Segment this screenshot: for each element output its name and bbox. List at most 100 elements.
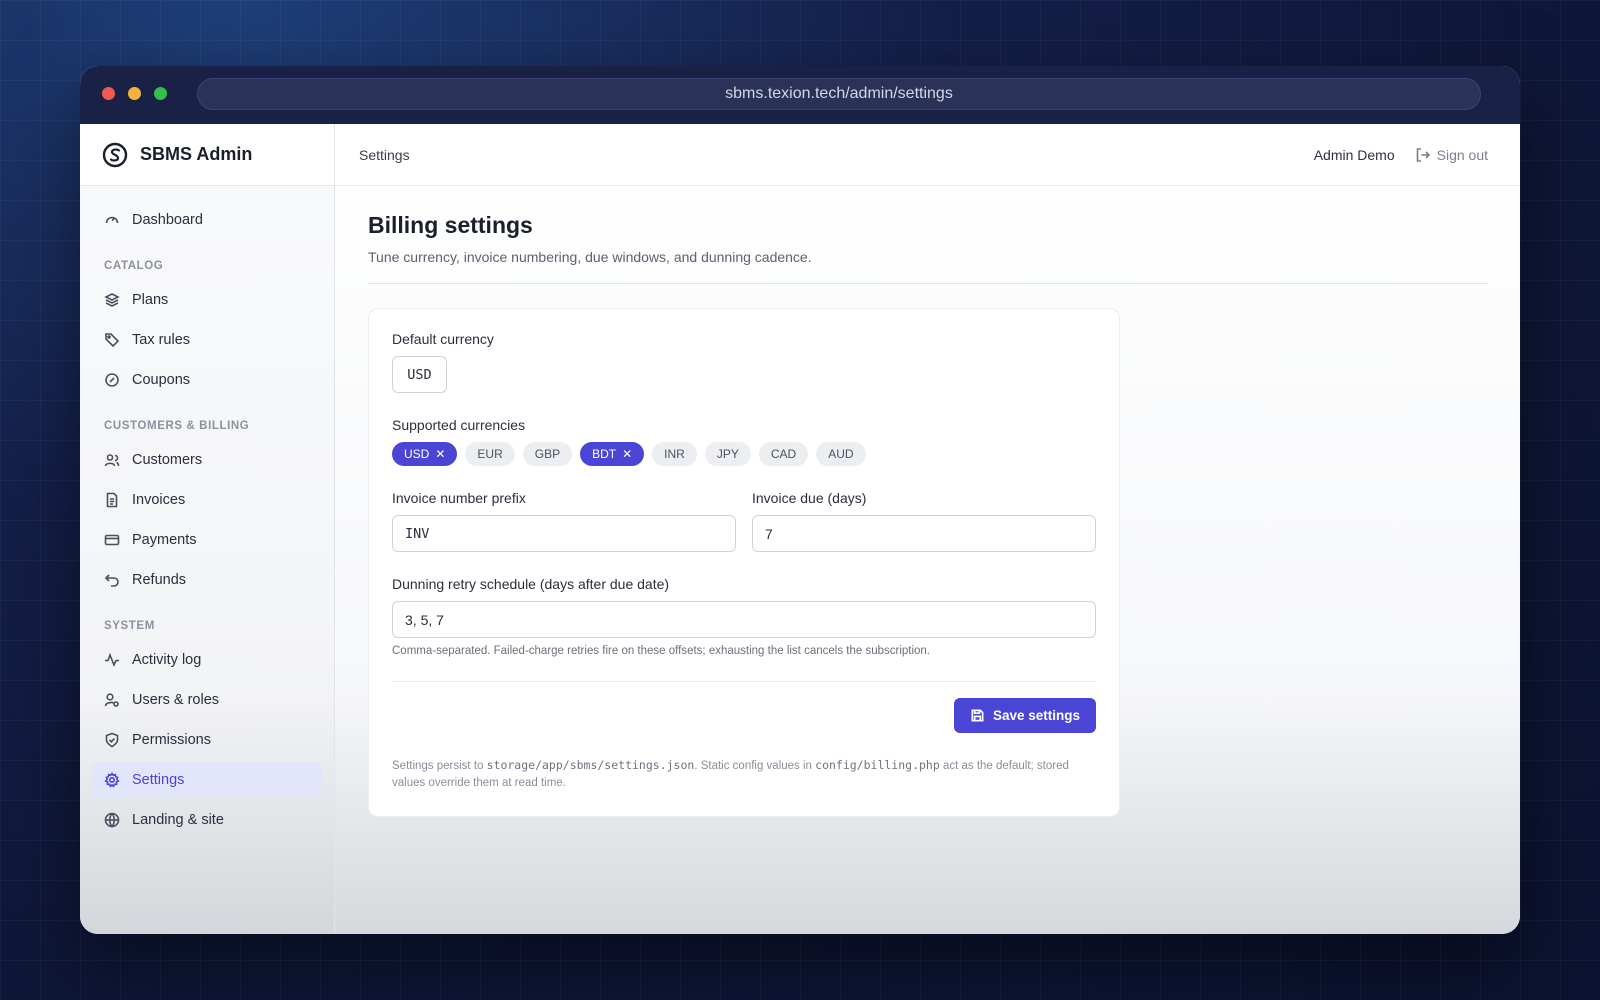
sidebar-item-customers[interactable]: Customers — [92, 442, 322, 478]
activity-icon — [105, 652, 119, 668]
sidebar-item-label: Activity log — [132, 652, 202, 668]
currency-chip-inr[interactable]: INR — [652, 442, 697, 466]
currency-chip-cad[interactable]: CAD — [758, 442, 809, 466]
currency-chip-gbp[interactable]: GBP — [522, 442, 573, 466]
dunning-input[interactable]: 3, 5, 7 — [392, 601, 1096, 638]
address-bar[interactable]: sbms.texion.tech/admin/settings — [197, 78, 1481, 110]
sidebar-item-dashboard[interactable]: Dashboard — [92, 202, 322, 238]
window-controls — [102, 87, 167, 100]
maximize-window-button[interactable] — [154, 87, 167, 100]
sidebar-item-users-roles[interactable]: Users & roles — [92, 682, 322, 718]
coupon-icon — [105, 373, 119, 387]
dunning-field: Dunning retry schedule (days after due d… — [392, 576, 1096, 657]
user-key-icon — [104, 693, 119, 707]
currency-chip-label: CAD — [770, 447, 797, 461]
currency-chip-eur[interactable]: EUR — [465, 442, 515, 466]
sidebar-item-permissions[interactable]: Permissions — [92, 722, 322, 758]
browser-window: sbms.texion.tech/admin/settings SBMS Adm… — [80, 66, 1520, 934]
sidebar-item-label: Users & roles — [132, 692, 220, 708]
main-area: Settings Admin Demo Sign out Billing set… — [335, 124, 1520, 934]
gear-icon — [104, 772, 120, 788]
sidebar-item-label: Coupons — [132, 372, 191, 388]
breadcrumb: Settings — [359, 146, 410, 163]
invoice-prefix-label: Invoice number prefix — [392, 490, 526, 506]
invoice-prefix-input[interactable]: INV — [392, 515, 736, 552]
brand-name: SBMS Admin — [140, 144, 253, 164]
layers-icon — [104, 293, 120, 307]
currency-chip-label: AUD — [828, 447, 854, 461]
currency-chip-label: USD — [404, 447, 430, 461]
sidebar-item-plans[interactable]: Plans — [92, 282, 322, 318]
sidebar-item-label: Dashboard — [132, 212, 203, 228]
file-text-icon — [106, 492, 118, 508]
invoice-fields-row: Invoice number prefix INV Invoice due (d… — [392, 490, 1096, 552]
sidebar-item-coupons[interactable]: Coupons — [92, 362, 322, 398]
currency-chips: USD ✕ EUR GBP BDT ✕ INR JPY CAD AUD — [392, 442, 1096, 466]
sidebar-item-invoices[interactable]: Invoices — [92, 482, 322, 518]
supported-currencies-label: Supported currencies — [392, 417, 526, 433]
globe-icon — [104, 812, 120, 828]
settings-footnote: Settings persist to storage/app/sbms/set… — [392, 757, 1096, 792]
minimize-window-button[interactable] — [128, 87, 141, 100]
footnote-text: Settings persist to — [392, 760, 487, 772]
save-settings-button[interactable]: Save settings — [953, 698, 1096, 733]
page-content: Billing settings Tune currency, invoice … — [335, 186, 1520, 817]
currency-chip-jpy[interactable]: JPY — [704, 442, 751, 466]
topbar: Settings Admin Demo Sign out — [335, 124, 1520, 186]
settings-path: storage/app/sbms/settings.json — [486, 758, 695, 772]
page-title: Billing settings — [368, 212, 533, 238]
users-icon — [104, 454, 120, 467]
dunning-label: Dunning retry schedule (days after due d… — [392, 576, 670, 592]
remove-currency-icon[interactable]: ✕ — [435, 447, 445, 461]
gauge-icon — [105, 216, 119, 224]
currency-chip-label: EUR — [477, 447, 503, 461]
sidebar-item-label: Plans — [132, 292, 169, 308]
form-actions: Save settings — [392, 698, 1096, 733]
invoice-due-input[interactable]: 7 — [752, 515, 1096, 552]
sidebar-item-landing-site[interactable]: Landing & site — [92, 802, 322, 838]
brand-logo-icon — [102, 142, 128, 167]
sidebar-item-label: Customers — [132, 452, 203, 468]
brand[interactable]: SBMS Admin — [80, 124, 334, 186]
default-currency-select[interactable]: USD — [392, 356, 447, 393]
credit-card-icon — [104, 534, 120, 546]
nav-section-catalog: CATALOG — [104, 260, 164, 272]
invoice-due-field: Invoice due (days) 7 — [752, 490, 1096, 552]
currency-chip-label: JPY — [716, 447, 739, 461]
nav-section-customers-billing: CUSTOMERS & BILLING — [104, 420, 250, 432]
user-name[interactable]: Admin Demo — [1314, 147, 1395, 163]
sign-out-button[interactable]: Sign out — [1415, 147, 1488, 163]
undo-icon — [104, 574, 119, 587]
sidebar-item-payments[interactable]: Payments — [92, 522, 322, 558]
default-currency-label: Default currency — [392, 331, 494, 347]
currency-chip-bdt[interactable]: BDT ✕ — [580, 442, 645, 466]
dunning-help-text: Comma-separated. Failed-charge retries f… — [392, 645, 931, 657]
currency-chip-aud[interactable]: AUD — [816, 442, 866, 466]
sidebar-item-tax-rules[interactable]: Tax rules — [92, 322, 322, 358]
currency-chip-label: GBP — [534, 447, 561, 461]
nav-section-system: SYSTEM — [104, 620, 155, 632]
page-subtitle: Tune currency, invoice numbering, due wi… — [368, 249, 812, 265]
save-settings-label: Save settings — [992, 708, 1080, 723]
sidebar-item-refunds[interactable]: Refunds — [92, 562, 322, 598]
settings-card: Default currency USD Supported currencie… — [368, 308, 1120, 817]
sidebar: SBMS Admin Dashboard CATALOG Plans Tax r… — [80, 124, 335, 934]
save-icon — [971, 709, 984, 722]
browser-titlebar: sbms.texion.tech/admin/settings — [80, 66, 1520, 124]
close-window-button[interactable] — [102, 87, 115, 100]
remove-currency-icon[interactable]: ✕ — [622, 447, 632, 461]
sidebar-nav: Dashboard CATALOG Plans Tax rules Coupon… — [80, 186, 334, 858]
sign-out-label: Sign out — [1436, 146, 1488, 163]
supported-currencies-field: Supported currencies USD ✕ EUR GBP BDT ✕ INR JP… — [392, 417, 1096, 466]
form-divider — [392, 681, 1096, 682]
sidebar-item-settings[interactable]: Settings — [92, 762, 322, 798]
admin-app: SBMS Admin Dashboard CATALOG Plans Tax r… — [80, 124, 1520, 934]
sidebar-item-label: Invoices — [132, 492, 186, 508]
config-path: config/billing.php — [815, 758, 940, 772]
sidebar-item-activity-log[interactable]: Activity log — [92, 642, 322, 678]
tag-icon — [105, 333, 120, 348]
currency-chip-usd[interactable]: USD ✕ — [392, 442, 458, 466]
header-divider — [368, 283, 1488, 284]
sidebar-item-label: Payments — [132, 532, 197, 548]
topbar-user-area: Admin Demo Sign out — [1314, 147, 1488, 163]
